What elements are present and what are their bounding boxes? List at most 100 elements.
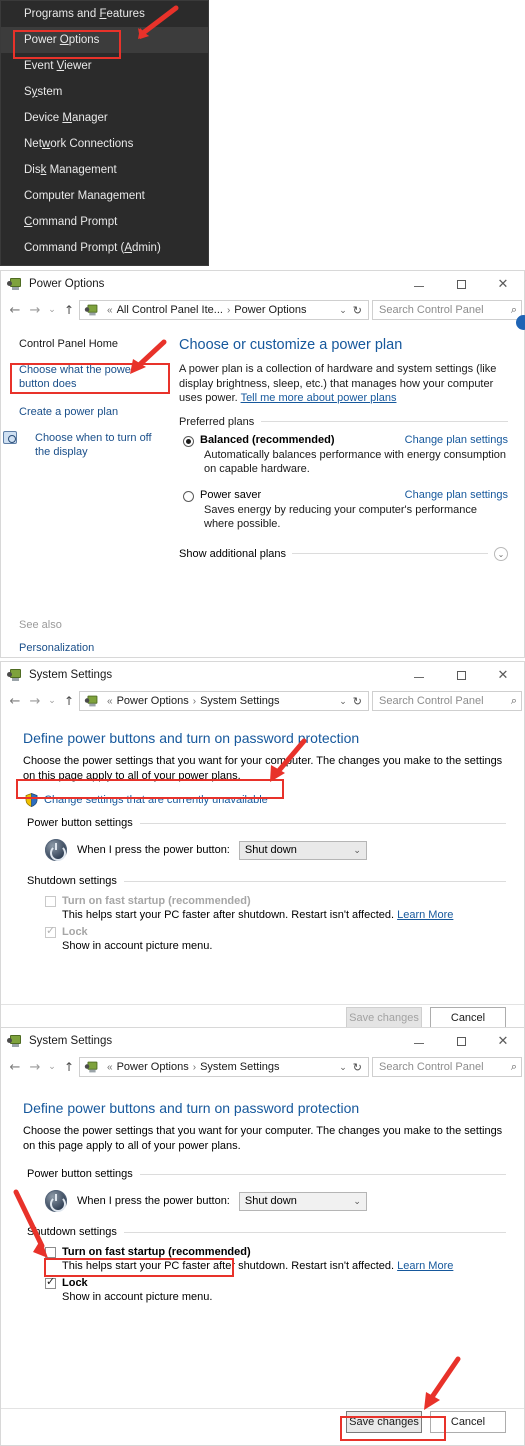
radio-power-saver[interactable]	[183, 490, 194, 502]
recent-locations-icon[interactable]: ⌄	[45, 1062, 59, 1072]
power-button-settings-section-header: Power button settings	[27, 817, 506, 829]
tell-me-more-link[interactable]: Tell me more about power plans	[241, 392, 397, 404]
search-placeholder: Search Control Panel	[379, 695, 484, 707]
refresh-icon[interactable]: ↻	[353, 695, 366, 708]
minimize-button[interactable]	[398, 271, 440, 297]
close-icon[interactable]: ✕	[482, 662, 524, 688]
winx-item-label: Network Connections	[24, 138, 134, 150]
section-label: Shutdown settings	[27, 875, 117, 887]
fast-startup-checkbox[interactable]	[45, 896, 56, 907]
sidebar-item-personalization[interactable]: Personalization	[19, 641, 165, 655]
up-arrow-icon[interactable]: ↑	[59, 1060, 79, 1074]
refresh-icon[interactable]: ↻	[353, 304, 366, 317]
lock-checkbox-row[interactable]: Lock	[45, 924, 506, 938]
fast-startup-checkbox[interactable]	[45, 1247, 56, 1258]
forward-arrow-icon[interactable]: →	[25, 694, 45, 709]
chevron-down-icon[interactable]: ⌄	[336, 696, 353, 707]
maximize-button[interactable]	[440, 271, 482, 297]
navigation-bar: ← → ⌄ ↑ « Power Options › System Setting…	[1, 688, 524, 714]
sidebar-item-create-a-power-plan[interactable]: Create a power plan	[19, 405, 165, 419]
breadcrumb-item-1[interactable]: Power Options	[117, 1061, 189, 1073]
power-button-setting-row: When I press the power button: Shut down…	[45, 839, 506, 861]
winx-item-programs-and-features[interactable]: Programs and Features	[1, 1, 208, 27]
recent-locations-icon[interactable]: ⌄	[45, 696, 59, 706]
plan-row-power-saver[interactable]: Power saver Change plan settings Saves e…	[179, 489, 508, 531]
save-changes-button[interactable]: Save changes	[346, 1411, 422, 1433]
recent-locations-icon[interactable]: ⌄	[45, 305, 59, 315]
back-arrow-icon[interactable]: ←	[5, 694, 25, 709]
breadcrumb-item-2[interactable]: System Settings	[200, 1061, 279, 1073]
breadcrumb-item-1[interactable]: All Control Panel Ite...	[117, 304, 223, 316]
winx-item-system[interactable]: System	[1, 79, 208, 105]
sidebar-item-choose-what-power-button-does[interactable]: Choose what the power button does	[19, 363, 165, 391]
power-button-label: When I press the power button:	[77, 844, 230, 856]
power-button-action-dropdown[interactable]: Shut down ⌄	[238, 1191, 367, 1211]
power-button-setting-row: When I press the power button: Shut down…	[45, 1190, 506, 1212]
breadcrumb-item-2[interactable]: Power Options	[234, 304, 306, 316]
winx-item-command-prompt-admin[interactable]: Command Prompt (Admin)	[1, 235, 208, 261]
lock-checkbox-row[interactable]: Lock	[45, 1275, 506, 1289]
uac-change-settings-link-row[interactable]: Change settings that are currently unava…	[25, 793, 506, 807]
up-arrow-icon[interactable]: ↑	[59, 303, 79, 317]
chevron-down-icon: ⌄	[353, 1195, 361, 1206]
back-arrow-icon[interactable]: ←	[5, 303, 25, 318]
winx-item-device-manager[interactable]: Device Manager	[1, 105, 208, 131]
cancel-button[interactable]: Cancel	[430, 1007, 506, 1029]
search-input[interactable]: Search Control Panel ⌕	[372, 300, 522, 320]
chevron-down-icon[interactable]: ⌄	[336, 305, 353, 316]
sidebar-item-label: Choose when to turn off the display	[35, 432, 152, 458]
lock-checkbox[interactable]	[45, 1275, 56, 1289]
fast-startup-checkbox-row[interactable]: Turn on fast startup (recommended)	[45, 895, 506, 907]
lock-checkbox[interactable]	[45, 924, 56, 938]
close-icon[interactable]: ✕	[482, 271, 524, 297]
navigation-bar: ← → ⌄ ↑ « Power Options › System Setting…	[1, 1054, 524, 1080]
change-plan-settings-link[interactable]: Change plan settings	[405, 489, 508, 501]
plan-name: Balanced (recommended)	[200, 433, 335, 446]
winx-quick-link-menu[interactable]: Programs and Features Power Options Even…	[0, 0, 209, 266]
system-settings-window-locked: System Settings ✕ ← → ⌄ ↑ « Power Option…	[0, 661, 525, 1042]
decorative-blue-circle	[516, 315, 525, 330]
radio-balanced[interactable]	[183, 435, 194, 447]
power-button-icon	[45, 839, 67, 861]
forward-arrow-icon[interactable]: →	[25, 1060, 45, 1075]
back-arrow-icon[interactable]: ←	[5, 1060, 25, 1075]
chevron-down-icon[interactable]: ⌄	[494, 546, 508, 561]
minimize-button[interactable]	[398, 662, 440, 688]
refresh-icon[interactable]: ↻	[353, 1061, 366, 1074]
change-plan-settings-link[interactable]: Change plan settings	[405, 434, 508, 446]
see-also-label: See also	[19, 619, 62, 631]
chevron-down-icon[interactable]: ⌄	[336, 1062, 353, 1073]
breadcrumb[interactable]: « Power Options › System Settings ⌄ ↻	[79, 691, 369, 711]
show-additional-plans-row[interactable]: Show additional plans ⌄	[179, 546, 508, 561]
plan-row-balanced[interactable]: Balanced (recommended) Change plan setti…	[179, 434, 508, 476]
close-icon[interactable]: ✕	[482, 1028, 524, 1054]
learn-more-link[interactable]: Learn More	[397, 909, 453, 921]
search-input[interactable]: Search Control Panel ⌕	[372, 1057, 522, 1077]
breadcrumb-item-1[interactable]: Power Options	[117, 695, 189, 707]
sidebar-item-control-panel-home[interactable]: Control Panel Home	[19, 337, 165, 351]
winx-item-network-connections[interactable]: Network Connections	[1, 131, 208, 157]
breadcrumb[interactable]: « Power Options › System Settings ⌄ ↻	[79, 1057, 369, 1077]
search-input[interactable]: Search Control Panel ⌕	[372, 691, 522, 711]
winx-item-event-viewer[interactable]: Event Viewer	[1, 53, 208, 79]
winx-item-power-options[interactable]: Power Options	[1, 27, 208, 53]
maximize-button[interactable]	[440, 1028, 482, 1054]
forward-arrow-icon[interactable]: →	[25, 303, 45, 318]
breadcrumb-item-2[interactable]: System Settings	[200, 695, 279, 707]
breadcrumb[interactable]: « All Control Panel Ite... › Power Optio…	[79, 300, 369, 320]
uac-change-settings-link[interactable]: Change settings that are currently unava…	[44, 794, 268, 806]
winx-item-command-prompt[interactable]: Command Prompt	[1, 209, 208, 235]
learn-more-link[interactable]: Learn More	[397, 1260, 453, 1272]
maximize-button[interactable]	[440, 662, 482, 688]
winx-item-label: Device Manager	[24, 112, 108, 124]
up-arrow-icon[interactable]: ↑	[59, 694, 79, 708]
winx-item-computer-management[interactable]: Computer Management	[1, 183, 208, 209]
fast-startup-checkbox-row[interactable]: Turn on fast startup (recommended)	[45, 1246, 506, 1258]
power-button-action-dropdown[interactable]: Shut down ⌄	[238, 840, 367, 860]
control-panel-icon	[84, 695, 99, 708]
minimize-button[interactable]	[398, 1028, 440, 1054]
sidebar-item-choose-when-to-turn-off-display[interactable]: Choose when to turn off the display	[3, 431, 165, 459]
window-controls: ✕	[398, 271, 524, 297]
winx-item-disk-management[interactable]: Disk Management	[1, 157, 208, 183]
cancel-button[interactable]: Cancel	[430, 1411, 506, 1433]
